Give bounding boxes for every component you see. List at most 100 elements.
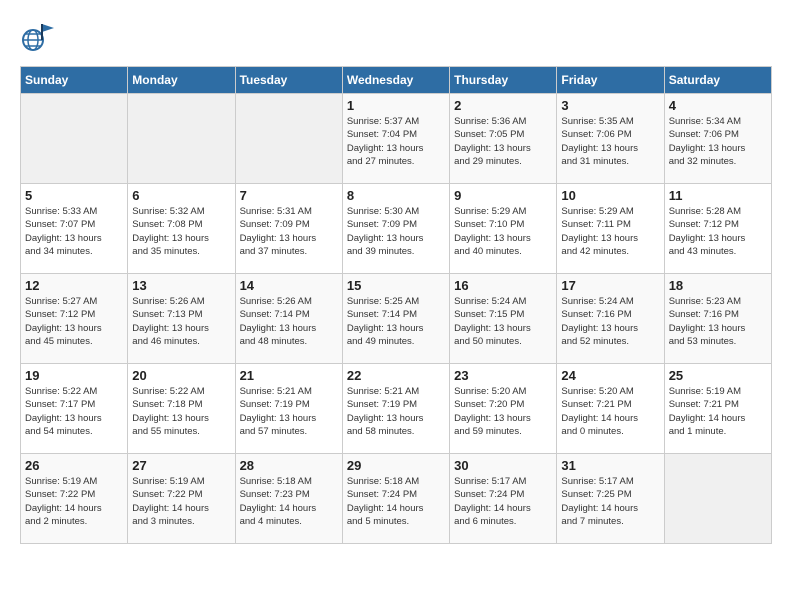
day-number: 29 (347, 458, 445, 473)
calendar-cell: 4Sunrise: 5:34 AM Sunset: 7:06 PM Daylig… (664, 94, 771, 184)
day-detail: Sunrise: 5:27 AM Sunset: 7:12 PM Dayligh… (25, 295, 123, 348)
calendar-cell: 24 Sunrise: 5:20 AM Sunset: 7:21 PM Dayli… (557, 364, 664, 454)
calendar-cell: 11 Sunrise: 5:28 AM Sunset: 7:12 PM Dayli… (664, 184, 771, 274)
day-number: 31 (561, 458, 659, 473)
week-row-3: 12Sunrise: 5:27 AM Sunset: 7:12 PM Dayli… (21, 274, 772, 364)
week-row-4: 19Sunrise: 5:22 AM Sunset: 7:17 PM Dayli… (21, 364, 772, 454)
day-detail: Sunrise: 5:17 AM Sunset: 7:24 PM Dayligh… (454, 475, 552, 528)
day-number: 1 (347, 98, 445, 113)
logo (20, 20, 62, 56)
calendar-cell: 27Sunrise: 5:19 AM Sunset: 7:22 PM Dayli… (128, 454, 235, 544)
calendar-cell: 13 Sunrise: 5:26 AM Sunset: 7:13 PM Dayli… (128, 274, 235, 364)
day-detail: Sunrise: 5:29 AM Sunset: 7:10 PM Dayligh… (454, 205, 552, 258)
day-number: 7 (240, 188, 338, 203)
calendar-cell: 8 Sunrise: 5:30 AM Sunset: 7:09 PM Daylig… (342, 184, 449, 274)
day-number: 15 (347, 278, 445, 293)
day-number: 16 (454, 278, 552, 293)
header-row: SundayMondayTuesdayWednesdayThursdayFrid… (21, 67, 772, 94)
calendar-cell: 16 Sunrise: 5:24 AM Sunset: 7:15 PM Dayli… (450, 274, 557, 364)
day-number: 9 (454, 188, 552, 203)
day-number: 30 (454, 458, 552, 473)
day-number: 24 (561, 368, 659, 383)
header-day-tuesday: Tuesday (235, 67, 342, 94)
header-day-monday: Monday (128, 67, 235, 94)
day-detail: Sunrise: 5:20 AM Sunset: 7:21 PM Dayligh… (561, 385, 659, 438)
day-detail: Sunrise: 5:31 AM Sunset: 7:09 PM Dayligh… (240, 205, 338, 258)
calendar-cell: 5 Sunrise: 5:33 AM Sunset: 7:07 PM Daylig… (21, 184, 128, 274)
day-number: 2 (454, 98, 552, 113)
calendar-cell: 2 Sunrise: 5:36 AM Sunset: 7:05 PM Daylig… (450, 94, 557, 184)
week-row-5: 26Sunrise: 5:19 AM Sunset: 7:22 PM Dayli… (21, 454, 772, 544)
day-detail: Sunrise: 5:19 AM Sunset: 7:22 PM Dayligh… (25, 475, 123, 528)
day-detail: Sunrise: 5:32 AM Sunset: 7:08 PM Dayligh… (132, 205, 230, 258)
calendar-cell: 1Sunrise: 5:37 AM Sunset: 7:04 PM Daylig… (342, 94, 449, 184)
week-row-1: 1Sunrise: 5:37 AM Sunset: 7:04 PM Daylig… (21, 94, 772, 184)
calendar-body: 1Sunrise: 5:37 AM Sunset: 7:04 PM Daylig… (21, 94, 772, 544)
day-detail: Sunrise: 5:24 AM Sunset: 7:16 PM Dayligh… (561, 295, 659, 348)
day-detail: Sunrise: 5:17 AM Sunset: 7:25 PM Dayligh… (561, 475, 659, 528)
day-number: 17 (561, 278, 659, 293)
calendar-cell (21, 94, 128, 184)
calendar-cell: 15 Sunrise: 5:25 AM Sunset: 7:14 PM Dayli… (342, 274, 449, 364)
day-detail: Sunrise: 5:28 AM Sunset: 7:12 PM Dayligh… (669, 205, 767, 258)
calendar-cell: 19Sunrise: 5:22 AM Sunset: 7:17 PM Dayli… (21, 364, 128, 454)
day-detail: Sunrise: 5:25 AM Sunset: 7:14 PM Dayligh… (347, 295, 445, 348)
header-day-wednesday: Wednesday (342, 67, 449, 94)
page-header (20, 20, 772, 56)
header-day-saturday: Saturday (664, 67, 771, 94)
calendar-cell: 18 Sunrise: 5:23 AM Sunset: 7:16 PM Dayli… (664, 274, 771, 364)
day-detail: Sunrise: 5:18 AM Sunset: 7:24 PM Dayligh… (347, 475, 445, 528)
day-detail: Sunrise: 5:29 AM Sunset: 7:11 PM Dayligh… (561, 205, 659, 258)
calendar-cell: 22Sunrise: 5:21 AM Sunset: 7:19 PM Dayli… (342, 364, 449, 454)
calendar-table: SundayMondayTuesdayWednesdayThursdayFrid… (20, 66, 772, 544)
day-detail: Sunrise: 5:23 AM Sunset: 7:16 PM Dayligh… (669, 295, 767, 348)
calendar-cell (235, 94, 342, 184)
header-day-friday: Friday (557, 67, 664, 94)
calendar-cell: 28Sunrise: 5:18 AM Sunset: 7:23 PM Dayli… (235, 454, 342, 544)
day-number: 13 (132, 278, 230, 293)
calendar-cell: 31 Sunrise: 5:17 AM Sunset: 7:25 PM Dayli… (557, 454, 664, 544)
calendar-cell: 14Sunrise: 5:26 AM Sunset: 7:14 PM Dayli… (235, 274, 342, 364)
day-detail: Sunrise: 5:19 AM Sunset: 7:21 PM Dayligh… (669, 385, 767, 438)
day-detail: Sunrise: 5:30 AM Sunset: 7:09 PM Dayligh… (347, 205, 445, 258)
day-number: 27 (132, 458, 230, 473)
day-number: 5 (25, 188, 123, 203)
calendar-cell: 26Sunrise: 5:19 AM Sunset: 7:22 PM Dayli… (21, 454, 128, 544)
calendar-cell: 10Sunrise: 5:29 AM Sunset: 7:11 PM Dayli… (557, 184, 664, 274)
day-detail: Sunrise: 5:26 AM Sunset: 7:13 PM Dayligh… (132, 295, 230, 348)
week-row-2: 5 Sunrise: 5:33 AM Sunset: 7:07 PM Daylig… (21, 184, 772, 274)
day-detail: Sunrise: 5:20 AM Sunset: 7:20 PM Dayligh… (454, 385, 552, 438)
calendar-cell: 29 Sunrise: 5:18 AM Sunset: 7:24 PM Dayli… (342, 454, 449, 544)
day-number: 4 (669, 98, 767, 113)
calendar-cell: 23Sunrise: 5:20 AM Sunset: 7:20 PM Dayli… (450, 364, 557, 454)
calendar-cell (128, 94, 235, 184)
day-detail: Sunrise: 5:21 AM Sunset: 7:19 PM Dayligh… (240, 385, 338, 438)
day-number: 25 (669, 368, 767, 383)
calendar-cell: 21 Sunrise: 5:21 AM Sunset: 7:19 PM Dayli… (235, 364, 342, 454)
calendar-cell: 25 Sunrise: 5:19 AM Sunset: 7:21 PM Dayli… (664, 364, 771, 454)
day-number: 22 (347, 368, 445, 383)
day-number: 18 (669, 278, 767, 293)
calendar-cell: 6 Sunrise: 5:32 AM Sunset: 7:08 PM Daylig… (128, 184, 235, 274)
calendar-cell (664, 454, 771, 544)
calendar-cell: 30 Sunrise: 5:17 AM Sunset: 7:24 PM Dayli… (450, 454, 557, 544)
day-number: 21 (240, 368, 338, 383)
calendar-cell: 20 Sunrise: 5:22 AM Sunset: 7:18 PM Dayli… (128, 364, 235, 454)
day-number: 11 (669, 188, 767, 203)
day-number: 20 (132, 368, 230, 383)
day-detail: Sunrise: 5:24 AM Sunset: 7:15 PM Dayligh… (454, 295, 552, 348)
day-number: 8 (347, 188, 445, 203)
day-number: 3 (561, 98, 659, 113)
day-number: 28 (240, 458, 338, 473)
day-detail: Sunrise: 5:36 AM Sunset: 7:05 PM Dayligh… (454, 115, 552, 168)
day-detail: Sunrise: 5:35 AM Sunset: 7:06 PM Dayligh… (561, 115, 659, 168)
day-detail: Sunrise: 5:22 AM Sunset: 7:18 PM Dayligh… (132, 385, 230, 438)
day-detail: Sunrise: 5:33 AM Sunset: 7:07 PM Dayligh… (25, 205, 123, 258)
calendar-cell: 3 Sunrise: 5:35 AM Sunset: 7:06 PM Daylig… (557, 94, 664, 184)
calendar-header: SundayMondayTuesdayWednesdayThursdayFrid… (21, 67, 772, 94)
calendar-cell: 12Sunrise: 5:27 AM Sunset: 7:12 PM Dayli… (21, 274, 128, 364)
calendar-cell: 17 Sunrise: 5:24 AM Sunset: 7:16 PM Dayli… (557, 274, 664, 364)
header-day-sunday: Sunday (21, 67, 128, 94)
day-detail: Sunrise: 5:22 AM Sunset: 7:17 PM Dayligh… (25, 385, 123, 438)
day-number: 6 (132, 188, 230, 203)
